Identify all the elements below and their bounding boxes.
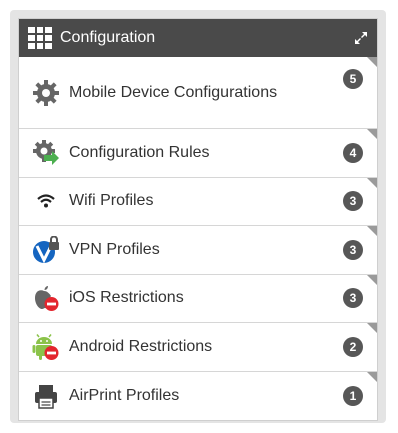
list-item-wifi-profiles[interactable]: Wifi Profiles 3	[19, 177, 377, 226]
apple-restricted-icon	[31, 283, 61, 313]
item-label: Android Restrictions	[69, 337, 213, 355]
grid-icon	[28, 27, 52, 49]
corner-marker	[367, 226, 377, 236]
widget-header: Configuration	[19, 19, 377, 57]
item-label: AirPrint Profiles	[69, 386, 180, 404]
widget-title: Configuration	[60, 29, 156, 46]
corner-marker	[367, 274, 377, 285]
list-item-android-restrictions[interactable]: Android Restrictions 2	[19, 323, 377, 372]
item-label: VPN Profiles	[69, 240, 160, 258]
gear-rules-icon	[31, 138, 61, 168]
list-item-vpn-profiles[interactable]: VPN Profiles 3	[19, 226, 377, 275]
corner-marker	[367, 323, 377, 333]
list-item-mobile-device-configurations[interactable]: Mobile Device Configurations 5	[19, 57, 377, 129]
item-label: Wifi Profiles	[69, 192, 154, 210]
gear-icon	[31, 78, 61, 108]
count-badge: 3	[343, 288, 363, 309]
corner-marker	[367, 177, 377, 188]
corner-marker	[367, 57, 377, 67]
wifi-icon	[31, 186, 61, 216]
count-badge: 3	[343, 191, 363, 212]
corner-marker	[367, 129, 377, 139]
android-restricted-icon	[31, 332, 61, 362]
list-item-ios-restrictions[interactable]: iOS Restrictions 3	[19, 274, 377, 323]
count-badge: 3	[343, 239, 363, 260]
item-label: Configuration Rules	[69, 143, 210, 161]
printer-icon	[31, 381, 61, 411]
expand-icon[interactable]	[353, 30, 369, 46]
list-item-airprint-profiles[interactable]: AirPrint Profiles 1	[19, 371, 377, 421]
count-badge: 2	[343, 336, 363, 357]
list-item-configuration-rules[interactable]: Configuration Rules 4	[19, 129, 377, 178]
corner-marker	[367, 371, 377, 382]
configuration-list: Mobile Device Configurations 5 Configura…	[19, 57, 377, 420]
count-badge: 5	[343, 69, 363, 89]
item-label: iOS Restrictions	[69, 289, 184, 307]
count-badge: 4	[343, 142, 363, 163]
vpn-icon	[31, 235, 61, 265]
configuration-panel: Configuration Mobile Device Configuratio…	[18, 18, 378, 421]
item-label: Mobile Device Configurations	[69, 83, 278, 101]
count-badge: 1	[343, 385, 363, 406]
configuration-widget: Configuration Mobile Device Configuratio…	[10, 10, 386, 423]
